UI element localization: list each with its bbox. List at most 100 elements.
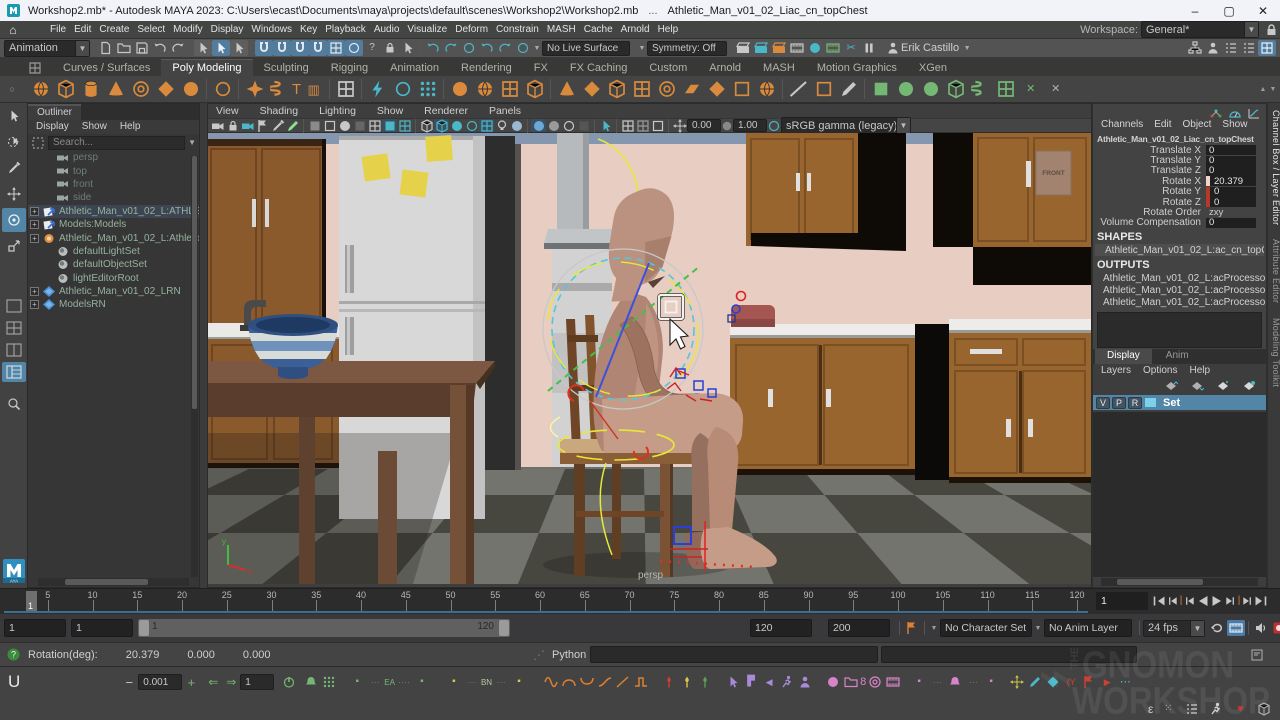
retopo-icon[interactable] [993,77,1018,101]
layer-tab-display[interactable]: Display [1095,349,1152,364]
motion-blur-icon[interactable] [449,119,464,132]
motion-trail-icon[interactable] [1207,701,1225,717]
step-forward-key-button[interactable] [1241,593,1254,609]
layer-menu-layers[interactable]: Layers [1101,365,1131,377]
separate-icon[interactable] [472,77,497,101]
next-frame-icon[interactable]: ⇒ [222,674,240,690]
paint-select-tool[interactable] [2,156,26,180]
outliner-menu-show[interactable]: Show [82,121,107,133]
step-forward-frame-button[interactable] [1224,593,1237,609]
gamma-field[interactable]: 1.00 [733,119,767,132]
curve-step-icon[interactable] [632,674,650,690]
pose-anim-icon[interactable] [796,674,814,690]
filter-icon[interactable] [31,135,45,151]
ipr-render-icon[interactable] [752,40,770,56]
snap-to-projected-center-icon[interactable] [309,40,327,56]
wireframe-icon[interactable] [307,119,322,132]
poly-helix-icon[interactable] [267,77,292,101]
select-by-object-icon[interactable] [212,40,230,56]
range-end-handle[interactable] [499,620,509,636]
command-input[interactable] [590,646,878,663]
zoom-tool[interactable] [2,394,26,414]
color-management-combo[interactable]: sRGB gamma (legacy)▼ [781,117,911,134]
curve-u-icon[interactable] [578,674,596,690]
back-anim-icon[interactable]: ◀ [760,674,778,690]
smooth-icon[interactable] [497,77,522,101]
playblast-icon[interactable] [824,40,842,56]
auto-key-clip-icon[interactable] [1227,620,1245,636]
shelf-options-icon[interactable] [26,60,44,76]
outliner-vscrollbar[interactable] [191,156,198,577]
shadows-toggle-icon[interactable] [509,119,524,132]
layout-outliner-persp[interactable] [2,362,26,382]
current-frame-field[interactable]: 1 [1096,592,1148,610]
rotate-tool[interactable] [2,208,26,232]
shelf-collapse-icon[interactable]: ○ [6,77,18,101]
new-empty-layer-icon[interactable] [1214,378,1232,394]
key-green-icon[interactable] [696,674,714,690]
constraint-icon[interactable] [496,40,514,56]
key-b[interactable]: ▪ [413,674,431,690]
animation-end-field[interactable]: 1 [71,619,133,637]
node-editor-sidebar-icon[interactable] [1186,40,1204,56]
lock-camera-icon[interactable] [225,119,240,132]
snap-to-grid-icon[interactable] [255,40,273,56]
crease-tool-icon[interactable] [786,77,811,101]
channelbox-menu-show[interactable]: Show [1222,119,1247,133]
undo-icon[interactable] [151,40,169,56]
gamma-icon[interactable] [767,119,781,132]
exposure-icon[interactable] [721,119,733,132]
bookmark-icon[interactable] [255,119,270,132]
ik-handle-icon[interactable] [478,40,496,56]
channelbox-menu-channels[interactable]: Channels [1101,119,1143,133]
poly-cone-icon[interactable] [103,77,128,101]
shelf-scroll-up-icon[interactable]: ▲ [1258,77,1268,101]
poly-plane-icon[interactable] [153,77,178,101]
render-icon[interactable] [734,40,752,56]
layout-four-pane[interactable] [2,318,26,338]
select-tool[interactable] [2,104,26,128]
lasso-tool[interactable] [2,130,26,154]
fps-combo[interactable]: 24 fps▼ [1143,620,1205,637]
expand-toggle[interactable]: + [30,300,39,309]
shelf-tab-poly-modeling[interactable]: Poly Modeling [161,59,252,76]
multisample-icon[interactable] [464,119,479,132]
2d-pan-zoom-icon[interactable] [285,119,300,132]
menu-create[interactable]: Create [95,24,133,35]
exposure-field[interactable]: 0.00 [687,119,721,132]
construction-plane-icon[interactable] [365,77,390,101]
bridge-icon[interactable] [604,77,629,101]
channel-value[interactable]: zxy [1206,208,1256,218]
bool-intersect-icon[interactable] [918,77,943,101]
sculpt-mesh-icon[interactable] [754,77,779,101]
channel-value[interactable]: 0 [1206,218,1256,228]
outliner-item-top[interactable]: top [28,164,199,177]
layout-two-pane[interactable] [2,340,26,360]
heart-icon[interactable]: ♥ [1231,701,1249,717]
shelf-tab-xgen[interactable]: XGen [908,60,958,76]
combine-icon[interactable] [447,77,472,101]
isolate-select-icon[interactable] [561,119,576,132]
outliner-item-front[interactable]: front [28,178,199,191]
expand-toggle[interactable]: + [30,234,39,243]
pk2[interactable]: ▪ [982,674,1000,690]
history-dropdown-icon[interactable]: ▼ [532,40,542,56]
bell-icon[interactable] [946,674,964,690]
layer-menu-options[interactable]: Options [1143,365,1177,377]
target-weld-icon[interactable] [654,77,679,101]
menu-help[interactable]: Help [654,24,683,35]
outliner-item-lighteditorroot[interactable]: lightEditorRoot [28,272,199,285]
grid-dots-icon[interactable] [320,674,338,690]
panel-menu-lighting[interactable]: Lighting [319,105,356,117]
outliner-item-athletic-man-v01-02-lrn[interactable]: +Athletic_Man_v01_02_LRN [28,285,199,298]
red-flag-icon[interactable] [1080,674,1098,690]
anim-layer-field[interactable]: No Anim Layer [1044,619,1132,637]
shape-node[interactable]: Athletic_Man_v01_02_L:ac_cn_topChestShap… [1095,244,1264,256]
expand-toggle[interactable]: + [30,220,39,229]
remesh-icon[interactable] [968,77,993,101]
key-c[interactable]: ▪ [445,674,463,690]
user-avatar-icon[interactable] [885,40,901,56]
character-set-field[interactable]: No Character Set [940,619,1032,637]
poly-torus-icon[interactable] [128,77,153,101]
layer-editor-hscrollbar[interactable] [1101,578,1258,586]
